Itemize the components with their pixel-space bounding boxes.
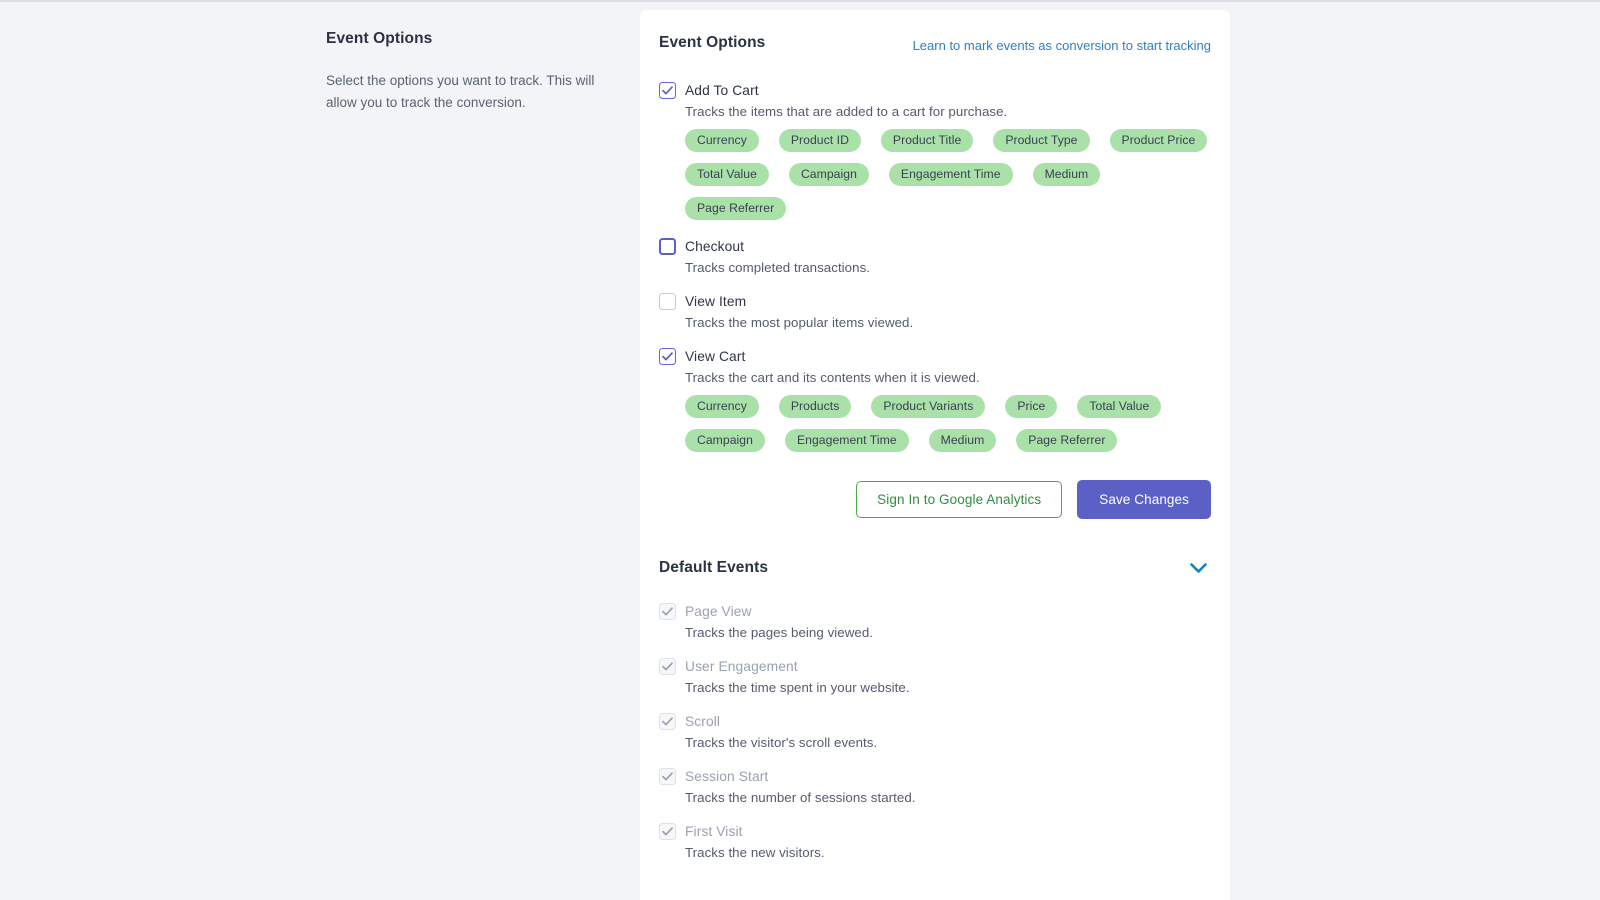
page-description: Select the options you want to track. Th… (326, 73, 595, 110)
event-row: Page View Tracks the pages being viewed. (659, 603, 1211, 640)
event-options-actions: Sign In to Google Analytics Save Changes (659, 479, 1211, 519)
parameter-tag: Medium (1032, 162, 1101, 186)
default-events-list: Page View Tracks the pages being viewed. U… (659, 603, 1211, 860)
default-events-title: Default Events (659, 559, 769, 576)
parameter-tag: Page Referrer (1016, 428, 1118, 452)
parameter-tag: Products (778, 394, 852, 418)
parameter-tag: Product Price (1109, 128, 1208, 152)
checkbox-checked-icon (659, 823, 676, 840)
save-changes-button[interactable]: Save Changes (1077, 479, 1211, 519)
parameter-tag: Campaign (685, 428, 765, 452)
chevron-down-icon (1190, 562, 1207, 577)
event-row: View Cart Tracks the cart and its content… (659, 347, 1211, 452)
event-label: View Item (685, 293, 747, 309)
event-label: First Visit (685, 824, 743, 839)
event-label: Checkout (685, 238, 745, 254)
parameter-tag: Campaign (788, 162, 869, 186)
event-options-list: Add To Cart Tracks the items that are add… (659, 81, 1211, 452)
event-toggle[interactable]: View Item (659, 292, 1211, 310)
event-options-title: Event Options (659, 34, 766, 51)
event-toggle[interactable]: Session Start (659, 768, 1211, 785)
page-title: Event Options (326, 30, 433, 47)
event-parameter-tags: Currency Products Product Variants Price Tot… (685, 394, 1211, 452)
event-label: View Cart (685, 348, 746, 364)
event-description: Tracks completed transactions. (685, 259, 871, 275)
parameter-tag: Price (1005, 394, 1058, 418)
event-toggle[interactable]: Scroll (659, 713, 1211, 730)
event-toggle[interactable]: View Cart (659, 347, 1211, 365)
event-description: Tracks the pages being viewed. (685, 625, 874, 640)
event-description: Tracks the most popular items viewed. (685, 314, 914, 330)
event-row: View Item Tracks the most popular items v… (659, 292, 1211, 330)
parameter-tag: Total Value (685, 162, 769, 186)
parameter-tag: Product Type (993, 128, 1090, 152)
event-label: Session Start (685, 769, 769, 784)
event-toggle[interactable]: Add To Cart (659, 81, 1211, 99)
parameter-tag: Medium (928, 428, 997, 452)
event-row: Session Start Tracks the number of sessio… (659, 768, 1211, 805)
event-options-header: Event Options Learn to mark events as co… (659, 34, 1211, 56)
sign-in-google-analytics-button[interactable]: Sign In to Google Analytics (856, 480, 1063, 518)
event-description: Tracks the time spent in your website. (685, 680, 910, 695)
event-parameter-tags: Currency Product ID Product Title Product T… (685, 128, 1211, 220)
event-row: User Engagement Tracks the time spent in … (659, 658, 1211, 695)
event-toggle[interactable]: Page View (659, 603, 1211, 620)
parameter-tag: Engagement Time (888, 162, 1013, 186)
event-row: Checkout Tracks completed transactions. (659, 237, 1211, 275)
checkbox-checked-icon (659, 713, 676, 730)
parameter-tag: Product ID (778, 128, 861, 152)
checkbox-checked-icon (659, 658, 676, 675)
parameter-tag: Currency (685, 394, 759, 418)
event-label: User Engagement (685, 659, 798, 674)
event-label: Page View (685, 604, 752, 619)
page-intro-column: Event Options Select the options you wan… (326, 30, 606, 114)
default-events-header: Default Events (659, 559, 1211, 577)
learn-conversion-link[interactable]: Learn to mark events as conversion to st… (913, 36, 1211, 56)
event-label: Add To Cart (685, 82, 759, 98)
event-description: Tracks the number of sessions started. (685, 790, 916, 805)
parameter-tag: Product Variants (871, 394, 986, 418)
event-toggle[interactable]: First Visit (659, 823, 1211, 840)
parameter-tag: Page Referrer (685, 196, 787, 220)
default-events-collapse-button[interactable] (1186, 561, 1211, 576)
checkbox-checked-icon[interactable] (659, 347, 676, 365)
event-description: Tracks the visitor's scroll events. (685, 735, 878, 750)
checkbox-unchecked-icon[interactable] (659, 237, 676, 255)
event-toggle[interactable]: Checkout (659, 237, 1211, 255)
parameter-tag: Total Value (1077, 394, 1162, 418)
parameter-tag: Currency (685, 128, 759, 152)
checkbox-checked-icon (659, 768, 676, 785)
event-description: Tracks the new visitors. (685, 845, 825, 860)
parameter-tag: Engagement Time (784, 428, 909, 452)
event-options-card: Event Options Learn to mark events as co… (640, 10, 1230, 545)
event-row: Scroll Tracks the visitor's scroll events… (659, 713, 1211, 750)
parameter-tag: Product Title (880, 128, 974, 152)
event-row: First Visit Tracks the new visitors. (659, 823, 1211, 860)
checkbox-checked-icon[interactable] (659, 81, 676, 99)
event-row: Add To Cart Tracks the items that are add… (659, 81, 1211, 220)
default-events-card: Default Events Page View Tracks the pages… (640, 535, 1230, 900)
event-toggle[interactable]: User Engagement (659, 658, 1211, 675)
checkbox-checked-icon (659, 603, 676, 620)
checkbox-unchecked-icon[interactable] (659, 292, 676, 310)
event-label: Scroll (685, 714, 721, 729)
event-description: Tracks the cart and its contents when it… (685, 369, 980, 385)
event-description: Tracks the items that are added to a car… (685, 103, 1008, 119)
